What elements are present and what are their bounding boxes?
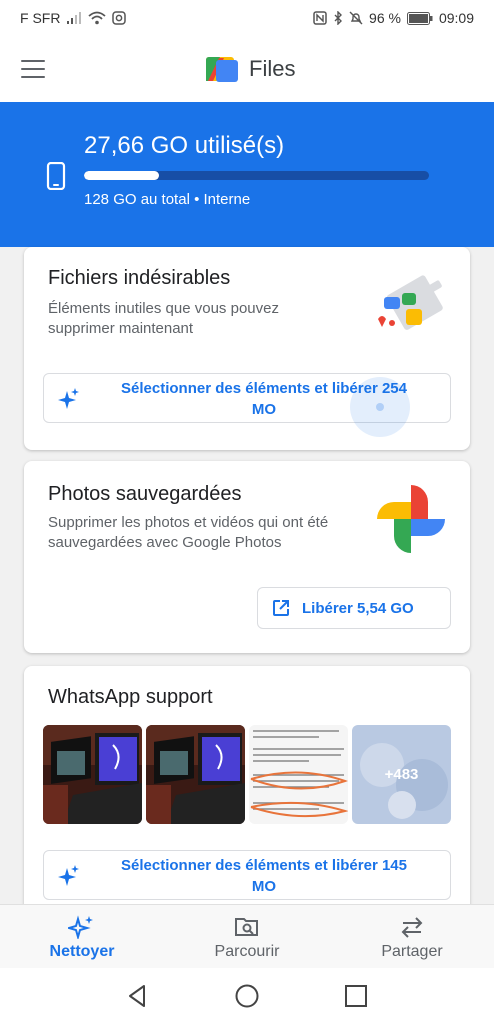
storage-total-label: 128 GO au total • Interne [84, 191, 251, 208]
free-junk-button[interactable]: Sélectionner des éléments et libérer 254… [43, 373, 451, 423]
free-whatsapp-label-line1: Sélectionner des éléments et libérer 145 [121, 857, 407, 874]
free-photos-label: Libérer 5,54 GO [302, 600, 414, 617]
wifi-icon [88, 11, 107, 25]
sparkle-icon [58, 388, 79, 409]
backed-up-photos-description: Supprimer les photos et vidéos qui ont é… [48, 514, 329, 551]
clock: 09:09 [438, 10, 474, 26]
storage-progress-bar [84, 171, 429, 180]
mute-icon [349, 11, 363, 25]
open-external-icon [273, 600, 289, 616]
hamburger-icon [21, 60, 45, 62]
free-junk-label-line2: MO [251, 401, 277, 418]
free-photos-button[interactable]: Libérer 5,54 GO [257, 587, 451, 629]
free-whatsapp-button[interactable]: Sélectionner des éléments et libérer 145… [43, 850, 451, 900]
nav-clean-label: Nettoyer [49, 943, 115, 960]
backed-up-photos-card: Photos sauvegardées Supprimer les photos… [24, 461, 470, 653]
battery-icon [406, 11, 433, 25]
whatsapp-thumbnail[interactable] [146, 725, 245, 824]
free-whatsapp-label-line2: MO [251, 878, 277, 895]
junk-files-card: Fichiers indésirables Éléments inutiles … [24, 247, 470, 450]
swap-arrows-icon [401, 917, 423, 938]
junk-files-illustration-icon [378, 275, 443, 330]
battery-level: 96 % [369, 10, 401, 26]
junk-files-description: Éléments inutiles que vous pouvez suppri… [48, 300, 279, 337]
storage-progress-fill [84, 171, 159, 180]
nav-clean[interactable]: Nettoyer [42, 905, 122, 969]
folder-search-icon [235, 918, 258, 936]
nav-browse-label: Parcourir [214, 943, 280, 960]
more-count-label: +483 [384, 766, 419, 783]
system-navigation-bar [0, 968, 494, 1024]
backed-up-photos-title: Photos sauvegardées [48, 483, 242, 505]
recents-icon[interactable] [342, 982, 370, 1010]
nav-browse[interactable]: Parcourir [205, 905, 289, 969]
bottom-navigation: Nettoyer Parcourir Partager [0, 904, 494, 968]
status-bar: F SFR 96 % 09:09 [0, 0, 494, 36]
home-icon[interactable] [233, 982, 261, 1010]
storage-summary[interactable]: 27,66 GO utilisé(s) 128 GO au total • In… [0, 102, 494, 247]
sparkle-icon [68, 915, 93, 939]
storage-used-label: 27,66 GO utilisé(s) [84, 132, 285, 159]
instagram-icon [112, 11, 127, 25]
whatsapp-more-thumbnail[interactable]: +483 [352, 725, 451, 824]
nav-share-label: Partager [381, 943, 443, 960]
carrier-label: F SFR [20, 10, 61, 26]
bluetooth-icon [333, 11, 343, 25]
sparkle-icon [58, 865, 79, 886]
whatsapp-thumbnail[interactable] [249, 725, 348, 824]
nfc-icon [313, 11, 327, 25]
whatsapp-title: WhatsApp support [48, 686, 213, 708]
junk-files-title: Fichiers indésirables [48, 267, 231, 289]
signal-icon [66, 11, 82, 25]
files-logo-icon [206, 57, 238, 82]
app-bar: Files [0, 36, 494, 102]
menu-button[interactable] [18, 56, 48, 82]
free-junk-label-line1: Sélectionner des éléments et libérer 254 [121, 380, 407, 397]
app-title: Files [249, 56, 296, 81]
whatsapp-thumbnail[interactable] [43, 725, 142, 824]
google-photos-icon [377, 485, 445, 553]
phone-icon [46, 162, 66, 190]
back-icon[interactable] [124, 982, 152, 1010]
nav-share[interactable]: Partager [372, 905, 452, 969]
